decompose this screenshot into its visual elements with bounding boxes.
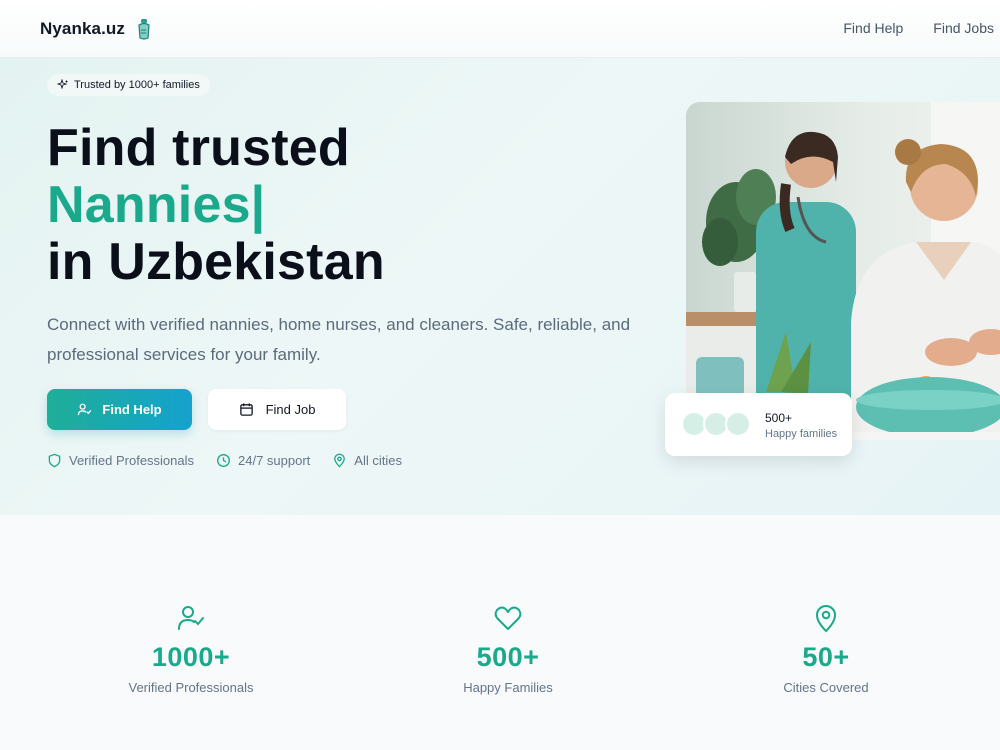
feature-list: Verified Professionals 24/7 support All … bbox=[47, 453, 402, 468]
stat-value: 50+ bbox=[802, 642, 850, 672]
happy-families-card: 500+ Happy families bbox=[665, 393, 852, 456]
feature-support-label: 24/7 support bbox=[238, 453, 311, 468]
trust-badge-text: Trusted by 1000+ families bbox=[74, 79, 200, 91]
hero-photo bbox=[686, 102, 1000, 440]
stat-value: 500+ bbox=[476, 642, 540, 672]
user-check-icon bbox=[178, 606, 204, 630]
stat-verified-professionals: 1000+ Verified Professionals bbox=[71, 603, 311, 695]
heart-icon bbox=[494, 606, 522, 630]
map-pin-icon bbox=[815, 605, 837, 633]
stat-label: Cities Covered bbox=[783, 680, 869, 695]
stat-label: Verified Professionals bbox=[128, 680, 254, 695]
find-job-button[interactable]: Find Job bbox=[208, 389, 346, 430]
feature-support: 24/7 support bbox=[216, 453, 310, 468]
user-check-icon bbox=[78, 403, 92, 416]
hero-title-line1: Find trusted bbox=[47, 119, 350, 177]
hero-section: Trusted by 1000+ families Find trusted N… bbox=[0, 58, 1000, 515]
feature-verified: Verified Professionals bbox=[47, 453, 194, 468]
feature-cities-label: All cities bbox=[354, 453, 402, 468]
nav-find-help[interactable]: Find Help bbox=[843, 20, 903, 36]
caregivers-illustration bbox=[686, 102, 1000, 440]
stats-section: 1000+ Verified Professionals 500+ Happy … bbox=[0, 515, 1000, 750]
trust-badge: Trusted by 1000+ families bbox=[47, 74, 210, 96]
find-help-button-label: Find Help bbox=[102, 402, 162, 417]
sparkles-icon bbox=[57, 79, 68, 90]
map-pin-icon bbox=[334, 453, 346, 468]
happy-families-count: 500+ bbox=[765, 411, 793, 425]
find-help-button[interactable]: Find Help bbox=[47, 389, 192, 430]
baby-bottle-icon bbox=[138, 19, 150, 40]
brand-name: Nyanka.uz bbox=[40, 19, 125, 38]
stat-happy-families: 500+ Happy Families bbox=[388, 603, 628, 695]
brand-logo[interactable]: Nyanka.uz bbox=[40, 18, 153, 40]
hero-title: Find trusted Nannies| in Uzbekistan bbox=[47, 120, 385, 291]
hero-subtitle: Connect with verified nannies, home nurs… bbox=[47, 315, 631, 364]
site-header: Nyanka.uz Find Help Find Jobs bbox=[0, 0, 1000, 58]
find-job-button-label: Find Job bbox=[265, 402, 316, 417]
calendar-icon bbox=[239, 403, 253, 416]
feature-verified-label: Verified Professionals bbox=[69, 453, 195, 468]
feature-cities: All cities bbox=[332, 453, 402, 468]
stat-value: 1000+ bbox=[151, 642, 231, 672]
hero-title-line3: in Uzbekistan bbox=[47, 233, 385, 291]
avatar bbox=[725, 411, 751, 437]
happy-families-label: Happy families bbox=[765, 428, 838, 440]
nav-find-jobs[interactable]: Find Jobs bbox=[933, 20, 994, 36]
clock-icon bbox=[217, 454, 230, 467]
shield-icon bbox=[48, 453, 61, 468]
avatar-group bbox=[681, 411, 753, 439]
stat-cities-covered: 50+ Cities Covered bbox=[706, 603, 946, 695]
hero-title-accent: Nannies| bbox=[47, 176, 266, 234]
stat-label: Happy Families bbox=[463, 680, 553, 695]
main-nav: Find Help Find Jobs bbox=[843, 20, 994, 36]
